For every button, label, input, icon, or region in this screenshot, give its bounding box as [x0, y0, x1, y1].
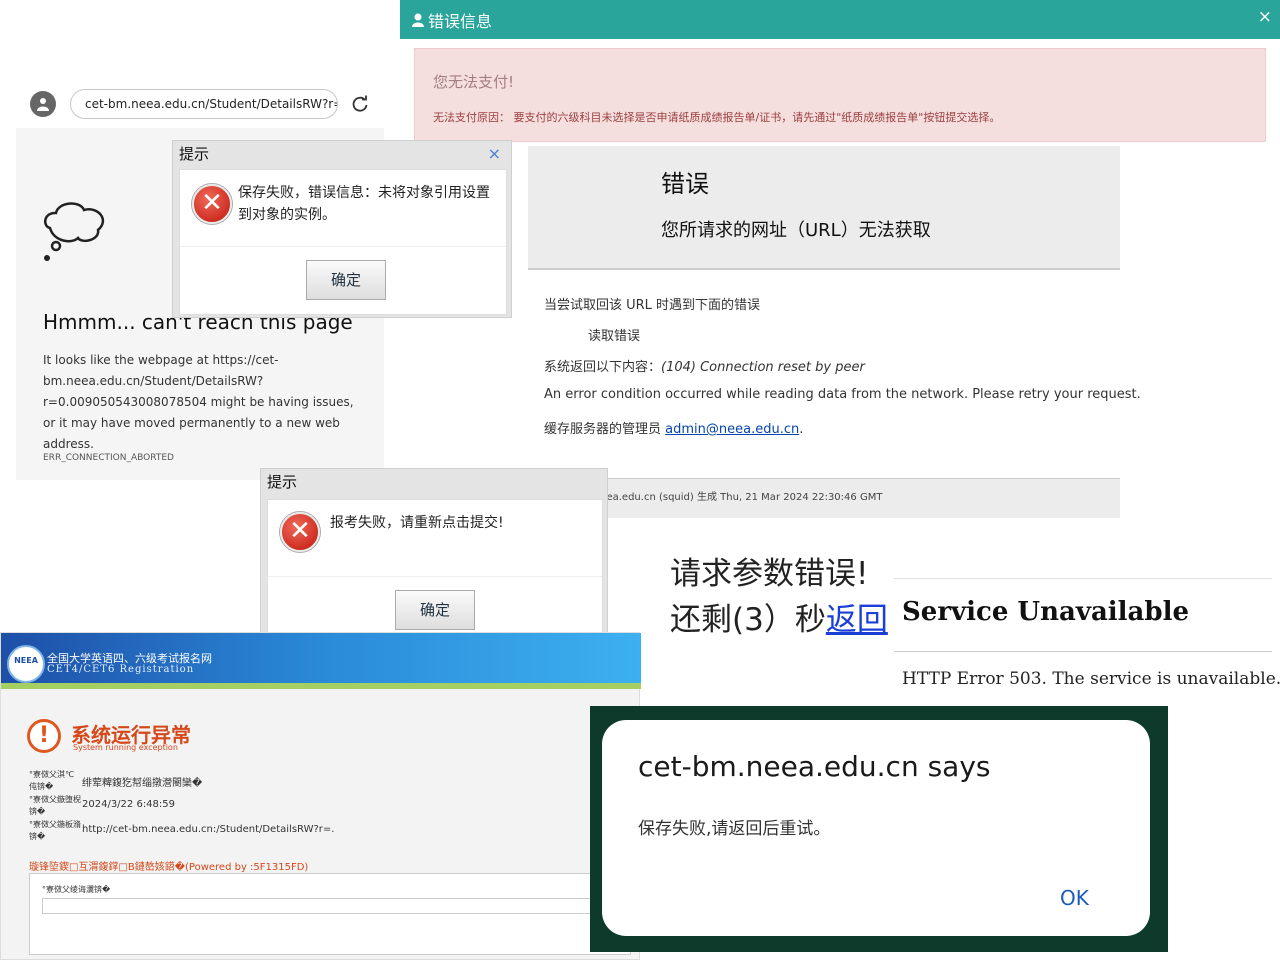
submit-failed-dialog: 提示 ✕ 报考失败，请重新点击提交! 确定 — [260, 468, 608, 640]
refresh-icon[interactable] — [350, 94, 370, 114]
proxy-error-header: 错误 您所请求的网址（URL）无法获取 — [528, 146, 1120, 270]
mobile-alert-screen: cet-bm.neea.edu.cn says 保存失败,请返回后重试。 OK — [590, 706, 1168, 952]
exclamation-icon: ! — [27, 719, 61, 753]
dialog-message: 保存失败，错误信息：未将对象引用设置到对象的实例。 — [238, 185, 490, 223]
error-alert-heading: 您无法支付! — [433, 73, 515, 91]
alert-title: cet-bm.neea.edu.cn says — [638, 750, 991, 783]
exception-subtitle: System running exception — [73, 743, 178, 752]
close-icon[interactable]: × — [488, 144, 501, 163]
error-info-panel: 错误信息 × 您无法支付! 无法支付原因： 要支付的六级科目未选择是否申请纸质成… — [400, 0, 1280, 150]
proxy-error-description: An error condition occurred while readin… — [544, 387, 1141, 402]
proxy-error-type: 读取错误 — [588, 329, 641, 344]
proxy-error-footer: 已由 www.neea.edu.cn (squid) 生成 Thu, 21 Ma… — [528, 478, 1120, 518]
field-label: °寮傚父鍦板潃锛� — [29, 820, 81, 841]
address-bar[interactable]: cet-bm.neea.edu.cn/Student/DetailsRW?r=0 — [70, 89, 338, 119]
request-error-title: 请求参数错误! — [670, 556, 869, 592]
error-icon: ✕ — [280, 512, 320, 552]
cet-exception-page: NEEA 全国大学英语四、六级考试报名网 CET4/CET6 Registrat… — [0, 632, 641, 960]
proxy-error-subtitle: 您所请求的网址（URL）无法获取 — [661, 220, 931, 241]
neea-logo: NEEA — [7, 645, 45, 683]
service-unavailable-page: Service Unavailable HTTP Error 503. The … — [894, 578, 1280, 706]
redirect-countdown: 还剩(3）秒返回 — [670, 602, 888, 638]
error-alert-reason: 无法支付原因： 要支付的六级科目未选择是否申请纸质成绩报告单/证书，请先通过"纸… — [433, 111, 1001, 124]
thought-bubble-icon — [43, 202, 105, 261]
service-unavailable-message: HTTP Error 503. The service is unavailab… — [902, 669, 1280, 689]
dialog-title: 提示 — [179, 145, 210, 163]
profile-avatar[interactable] — [30, 91, 56, 117]
alert-dialog: cet-bm.neea.edu.cn says 保存失败,请返回后重试。 OK — [602, 720, 1150, 936]
save-failed-dialog: 提示 × ✕ 保存失败，错误信息：未将对象引用设置到对象的实例。 确定 — [172, 140, 512, 318]
error-alert-box: 您无法支付! 无法支付原因： 要支付的六级科目未选择是否申请纸质成绩报告单/证书… — [414, 48, 1266, 142]
admin-email-link[interactable]: admin@neea.edu.cn — [665, 422, 799, 437]
divider — [894, 651, 1272, 652]
cet-banner: NEEA 全国大学英语四、六级考试报名网 CET4/CET6 Registrat… — [1, 633, 641, 689]
error-info-titlebar: 错误信息 × — [400, 0, 1280, 39]
error-icon: ✕ — [192, 184, 232, 224]
dialog-body: ✕ 保存失败，错误信息：未将对象引用设置到对象的实例。 确定 — [179, 169, 507, 315]
proxy-error-line: 当尝试取回该 URL 时遇到下面的错误 — [544, 298, 761, 313]
field-value: http://cet-bm.neea.edu.cn:/Student/Detai… — [82, 824, 335, 835]
exception-type-field — [42, 898, 604, 914]
ok-button[interactable]: 确定 — [395, 590, 475, 630]
edge-error-code: ERR_CONNECTION_ABORTED — [43, 453, 174, 463]
powered-by-line: 璇锋埅鍥□互渭鍑鐣□B鏈嶅姟鍣�(Powered by :5F1315FD) — [29, 862, 309, 873]
edge-error-body: It looks like the webpage at https://cet… — [43, 353, 354, 451]
service-unavailable-title: Service Unavailable — [902, 597, 1190, 627]
field-label: °寮傚父鏃堕棿锛� — [29, 795, 81, 816]
field-value: 2024/3/22 6:48:59 — [82, 799, 176, 810]
ok-button[interactable]: 确定 — [306, 260, 386, 300]
proxy-error-page: 错误 您所请求的网址（URL）无法获取 当尝试取回该 URL 时遇到下面的错误 … — [528, 146, 1141, 518]
proxy-error-title: 错误 — [661, 170, 709, 198]
close-icon[interactable]: × — [1258, 7, 1272, 27]
error-info-title: 错误信息 — [428, 12, 493, 31]
ok-button[interactable]: OK — [1060, 886, 1089, 910]
user-icon — [412, 13, 424, 27]
back-link[interactable]: 返回 — [826, 602, 888, 638]
proxy-admin-line: 缓存服务器的管理员 admin@neea.edu.cn. — [544, 422, 804, 437]
proxy-error-detail: 系统返回以下内容：(104) Connection reset by peer — [544, 360, 865, 375]
exception-type-box: °寮傚父绫诲瀷锛� — [29, 873, 631, 955]
field-label: °寮傚父淇℃伅锛� — [29, 770, 74, 791]
field-value: 绯荤粺鍑犵幇缁撴瀯閿欒� — [82, 778, 203, 789]
dialog-body: ✕ 报考失败，请重新点击提交! 确定 — [267, 499, 603, 637]
field-label: °寮傚父绫诲瀷锛� — [42, 885, 111, 894]
dialog-title: 提示 — [267, 473, 298, 491]
dialog-message: 报考失败，请重新点击提交! — [330, 515, 504, 531]
profile-icon — [37, 98, 49, 111]
banner-subtitle: CET4/CET6 Registration — [47, 664, 195, 675]
alert-message: 保存失败,请返回后重试。 — [638, 819, 831, 839]
